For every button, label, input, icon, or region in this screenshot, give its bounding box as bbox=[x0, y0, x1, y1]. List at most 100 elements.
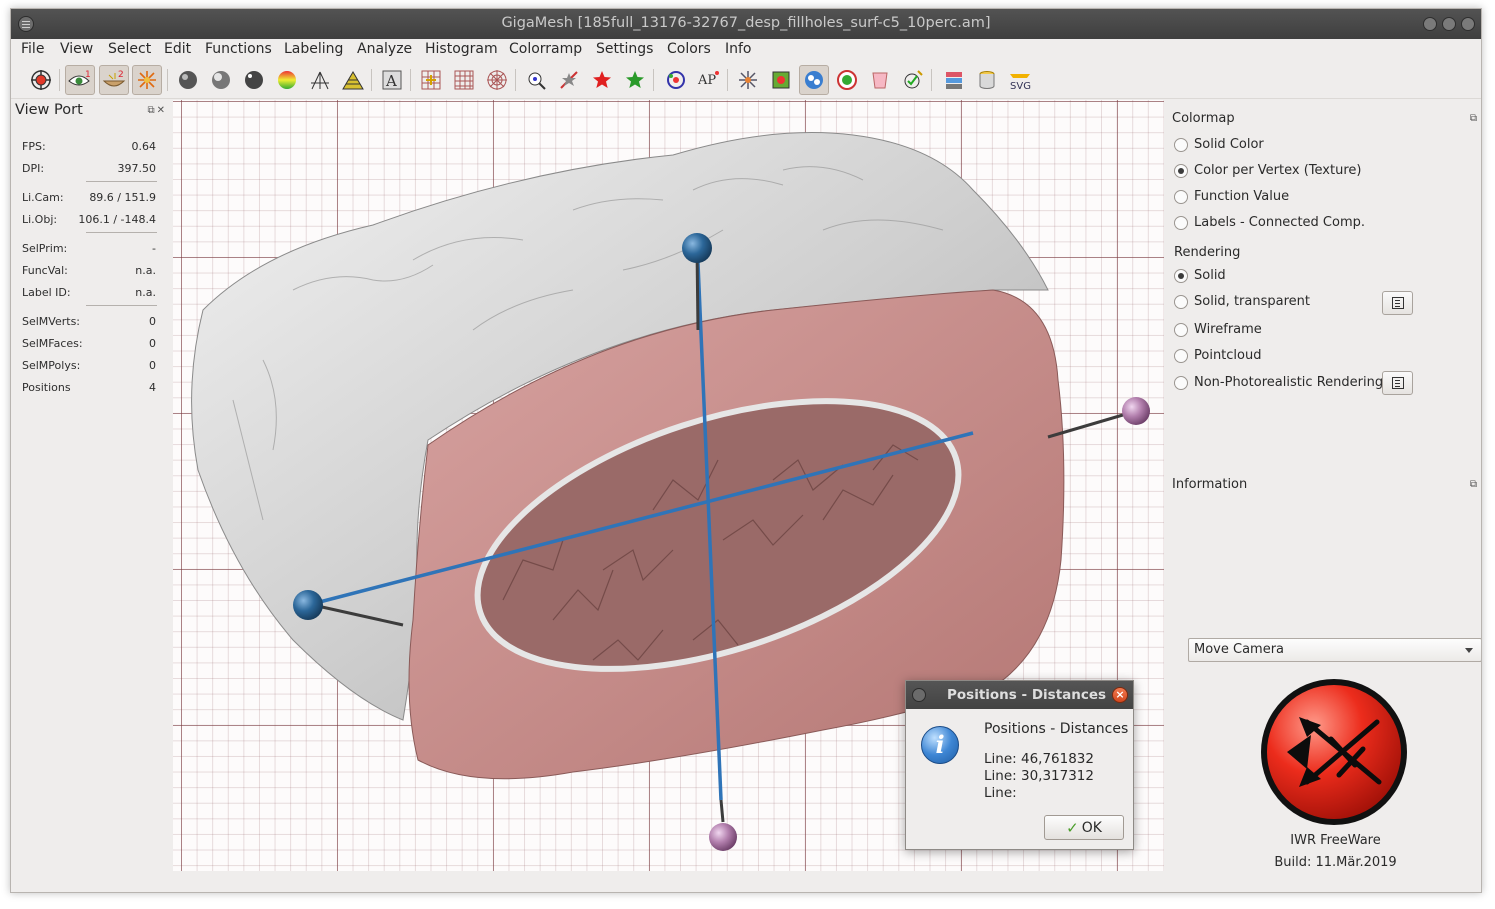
svg-text:2: 2 bbox=[118, 70, 124, 80]
menu-labeling[interactable]: Labeling bbox=[284, 41, 343, 57]
menu-functions[interactable]: Functions bbox=[205, 41, 272, 57]
star-light-icon[interactable] bbox=[132, 65, 162, 95]
dialog-menu-icon[interactable] bbox=[912, 688, 926, 702]
bowl-light-2-icon[interactable]: 2 bbox=[99, 65, 129, 95]
svg-text:AP: AP bbox=[697, 73, 716, 88]
colormap-dock-button[interactable]: ⧉ bbox=[1470, 113, 1479, 124]
pink-cup-icon[interactable] bbox=[865, 65, 895, 95]
right-dock: Colormap ⧉ Solid Color Color per Vertex … bbox=[1168, 99, 1481, 892]
eye-search-icon[interactable] bbox=[521, 65, 551, 95]
dialog-line-1: Line: 46,761832 bbox=[984, 751, 1094, 767]
radio-color-per-vertex-label[interactable]: Color per Vertex (Texture) bbox=[1194, 163, 1361, 178]
build-label: Build: 11.Mär.2019 bbox=[1274, 855, 1397, 870]
window-title: GigaMesh [185full_13176-32767_desp_fillh… bbox=[501, 15, 991, 31]
radio-function-value-label[interactable]: Function Value bbox=[1194, 189, 1289, 204]
menu-colors[interactable]: Colors bbox=[667, 41, 711, 57]
freeware-label: IWR FreeWare bbox=[1290, 833, 1381, 848]
menu-colorramp[interactable]: Colorramp bbox=[509, 41, 582, 57]
dialog-line-3: Line: bbox=[984, 785, 1017, 801]
information-title: Information bbox=[1172, 477, 1248, 492]
green-star-icon[interactable] bbox=[620, 65, 650, 95]
ring-colors-icon[interactable] bbox=[661, 65, 691, 95]
npr-options-button[interactable] bbox=[1382, 371, 1413, 395]
title-bar[interactable]: GigaMesh [185full_13176-32767_desp_fillh… bbox=[11, 9, 1481, 39]
svg-text:A: A bbox=[385, 72, 397, 90]
menu-histogram[interactable]: Histogram bbox=[425, 41, 498, 57]
radio-solid-transparent-label[interactable]: Solid, transparent bbox=[1194, 294, 1310, 309]
radio-wireframe-label[interactable]: Wireframe bbox=[1194, 322, 1262, 337]
mouse-mode-value: Move Camera bbox=[1194, 642, 1285, 657]
dock-buttons[interactable]: ⧉✕ bbox=[147, 105, 167, 116]
menu-edit[interactable]: Edit bbox=[164, 41, 191, 57]
radio-pointcloud-label[interactable]: Pointcloud bbox=[1194, 348, 1261, 363]
dialog-close-icon[interactable]: × bbox=[1112, 687, 1128, 703]
maximize-button[interactable] bbox=[1442, 17, 1456, 31]
colormap-sphere-icon[interactable] bbox=[272, 65, 302, 95]
main-window: GigaMesh [185full_13176-32767_desp_fillh… bbox=[10, 8, 1482, 893]
blobs-icon[interactable] bbox=[799, 65, 829, 95]
ap-icon[interactable]: AP bbox=[694, 65, 724, 95]
toolbar: 1 2 A AP SVG bbox=[11, 61, 1481, 99]
menu-file[interactable]: File bbox=[21, 41, 44, 57]
marker-purple-bottom bbox=[709, 823, 737, 851]
polar-grid-icon[interactable] bbox=[482, 65, 512, 95]
radio-pointcloud[interactable] bbox=[1174, 349, 1188, 363]
radio-solid-transparent[interactable] bbox=[1174, 295, 1188, 309]
close-button[interactable] bbox=[1461, 17, 1475, 31]
radio-solid-color-label[interactable]: Solid Color bbox=[1194, 137, 1264, 152]
stat-selprim: SelPrim: - bbox=[22, 242, 156, 255]
menu-select[interactable]: Select bbox=[108, 41, 151, 57]
chevron-down-icon bbox=[1465, 648, 1473, 653]
camera-target-icon[interactable] bbox=[26, 65, 56, 95]
puzzle-icon[interactable] bbox=[766, 65, 796, 95]
radio-labels-connected-label[interactable]: Labels - Connected Comp. bbox=[1194, 215, 1365, 230]
stat-selmfaces: SelMFaces: 0 bbox=[22, 337, 156, 350]
tripod-icon[interactable] bbox=[305, 65, 335, 95]
svg-text:1: 1 bbox=[85, 70, 91, 80]
ok-button[interactable]: ✓ OK bbox=[1044, 815, 1124, 840]
green-blob-icon[interactable] bbox=[832, 65, 862, 95]
radio-npr-label[interactable]: Non-Photorealistic Rendering bbox=[1194, 375, 1383, 390]
marker-purple-right bbox=[1122, 397, 1150, 425]
radio-solid[interactable] bbox=[1174, 269, 1188, 283]
stat-positions: Positions 4 bbox=[22, 381, 156, 394]
menu-info[interactable]: Info bbox=[725, 41, 752, 57]
grid-plus-icon[interactable] bbox=[416, 65, 446, 95]
radio-color-per-vertex[interactable] bbox=[1174, 164, 1188, 178]
radio-function-value[interactable] bbox=[1174, 190, 1188, 204]
text-a-icon[interactable]: A bbox=[377, 65, 407, 95]
menu-settings[interactable]: Settings bbox=[596, 41, 653, 57]
mouse-mode-select[interactable]: Move Camera bbox=[1188, 638, 1481, 662]
menu-view[interactable]: View bbox=[60, 41, 93, 57]
check-pencil-icon[interactable] bbox=[898, 65, 928, 95]
terrain-icon[interactable] bbox=[338, 65, 368, 95]
stat-funcval: FuncVal: n.a. bbox=[22, 264, 156, 277]
transparency-options-button[interactable] bbox=[1382, 291, 1413, 315]
radio-solid-color[interactable] bbox=[1174, 138, 1188, 152]
red-star-icon[interactable] bbox=[587, 65, 617, 95]
minimize-button[interactable] bbox=[1423, 17, 1437, 31]
stack-icon[interactable] bbox=[939, 65, 969, 95]
menu-analyze[interactable]: Analyze bbox=[357, 41, 412, 57]
radio-npr[interactable] bbox=[1174, 376, 1188, 390]
svg-text:SVG: SVG bbox=[1010, 81, 1031, 91]
dialog-title-bar[interactable]: Positions - Distances × bbox=[906, 681, 1133, 709]
viewport-dock: View Port ⧉✕ FPS: 0.64 DPI: 397.50 Li.Cam:… bbox=[11, 99, 171, 892]
cylinder-icon[interactable] bbox=[972, 65, 1002, 95]
burst-icon[interactable] bbox=[733, 65, 763, 95]
sphere-d-icon[interactable] bbox=[206, 65, 236, 95]
information-dock-button[interactable]: ⧉ bbox=[1470, 479, 1479, 490]
slash-star-icon[interactable] bbox=[554, 65, 584, 95]
stat-selmpolys: SelMPolys: 0 bbox=[22, 359, 156, 372]
grid-icon[interactable] bbox=[449, 65, 479, 95]
dialog-title: Positions - Distances bbox=[947, 687, 1107, 703]
eye-light-1-icon[interactable]: 1 bbox=[65, 65, 95, 95]
svg-export-icon[interactable]: SVG bbox=[1005, 65, 1035, 95]
sphere-s-icon[interactable] bbox=[239, 65, 269, 95]
radio-wireframe[interactable] bbox=[1174, 323, 1188, 337]
radio-labels-connected[interactable] bbox=[1174, 216, 1188, 230]
viewport-dock-title: View Port bbox=[15, 102, 83, 118]
radio-solid-label[interactable]: Solid bbox=[1194, 268, 1226, 283]
marker-blue-top bbox=[682, 233, 712, 263]
sphere-m-icon[interactable] bbox=[173, 65, 203, 95]
